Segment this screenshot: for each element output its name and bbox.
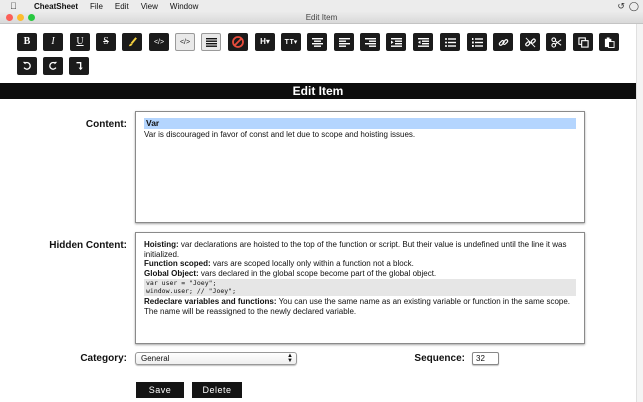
status-icon[interactable]: ◯ bbox=[629, 1, 639, 12]
menu-view[interactable]: View bbox=[141, 2, 158, 11]
close-window-button[interactable] bbox=[6, 14, 13, 21]
outdent-icon bbox=[417, 37, 429, 47]
link-button[interactable] bbox=[493, 33, 513, 51]
select-arrows-icon: ▲ ▼ bbox=[287, 353, 293, 364]
code-block: var user = "Joey"; window.user; // "Joey… bbox=[144, 279, 576, 296]
format-toolbar: B I U S </> </> H▾ T T▾ bbox=[0, 24, 643, 82]
sequence-label: Sequence: bbox=[414, 353, 465, 364]
align-right-button[interactable] bbox=[360, 33, 380, 51]
category-label: Category: bbox=[80, 353, 127, 364]
window-scrollbar[interactable] bbox=[636, 24, 643, 402]
global-object-term: Global Object: bbox=[144, 268, 199, 278]
delete-button[interactable]: Delete bbox=[192, 382, 242, 398]
numbered-list-button[interactable] bbox=[467, 33, 487, 51]
menu-edit[interactable]: Edit bbox=[115, 2, 129, 11]
brush-icon bbox=[128, 36, 137, 46]
window-title: Edit Item bbox=[305, 13, 338, 22]
window-title-bar: Edit Item bbox=[0, 12, 643, 24]
scissors-icon bbox=[550, 36, 561, 48]
hidden-paragraph-redeclare: Redeclare variables and functions: You c… bbox=[144, 297, 576, 316]
align-left-icon bbox=[338, 37, 350, 47]
indent-icon bbox=[390, 37, 402, 47]
hidden-paragraph-function-scoped: Function scoped: vars are scoped locally… bbox=[144, 259, 576, 269]
align-center-button[interactable] bbox=[307, 33, 327, 51]
code-block-button[interactable]: </> bbox=[175, 33, 195, 51]
hidden-content-label: Hidden Content: bbox=[49, 240, 127, 251]
bold-button[interactable]: B bbox=[17, 33, 37, 51]
bold-icon: B bbox=[23, 36, 31, 47]
sequence-input[interactable]: 32 bbox=[472, 352, 499, 365]
undo-icon bbox=[22, 61, 31, 70]
link-icon bbox=[498, 38, 508, 46]
strikethrough-button[interactable]: S bbox=[96, 33, 116, 51]
underline-button[interactable]: U bbox=[70, 33, 90, 51]
heading-icon: H▾ bbox=[260, 37, 270, 46]
hidden-content-editor[interactable]: Hoisting: var declarations are hoisted t… bbox=[135, 232, 585, 344]
selected-text: Var bbox=[144, 118, 576, 129]
copy-icon bbox=[577, 36, 589, 48]
italic-button[interactable]: I bbox=[43, 33, 63, 51]
content-label: Content: bbox=[85, 119, 127, 130]
function-scoped-text: vars are scoped locally only within a fu… bbox=[210, 259, 414, 268]
copy-button[interactable] bbox=[573, 33, 593, 51]
clear-format-button[interactable] bbox=[228, 33, 248, 51]
page-title: Edit Item bbox=[0, 83, 636, 99]
bullet-list-button[interactable] bbox=[440, 33, 460, 51]
menu-app-name[interactable]: CheatSheet bbox=[34, 2, 78, 11]
code-block-icon: </> bbox=[179, 38, 191, 46]
minimize-window-button[interactable] bbox=[17, 14, 24, 21]
page-heading: Edit Item bbox=[292, 84, 344, 98]
hoisting-term: Hoisting: bbox=[144, 240, 179, 249]
underline-icon: U bbox=[76, 36, 84, 47]
no-format-icon bbox=[232, 36, 244, 48]
hidden-paragraph-global-object: Global Object: vars declared in the glob… bbox=[144, 269, 576, 279]
text-size-button[interactable]: T T▾ bbox=[281, 33, 301, 51]
zoom-window-button[interactable] bbox=[28, 14, 35, 21]
hoisting-text: var declarations are hoisted to the top … bbox=[144, 240, 567, 259]
menu-window[interactable]: Window bbox=[170, 2, 198, 11]
hidden-paragraph-hoisting: Hoisting: var declarations are hoisted t… bbox=[144, 240, 576, 259]
function-scoped-term: Function scoped: bbox=[144, 259, 211, 268]
highlight-button[interactable] bbox=[122, 33, 142, 51]
code-icon: </> bbox=[153, 38, 165, 46]
category-select[interactable]: General ▲ ▼ bbox=[135, 352, 297, 365]
category-value: General bbox=[141, 354, 170, 363]
undo-button[interactable] bbox=[17, 57, 37, 75]
justify-icon bbox=[205, 37, 217, 47]
content-editor[interactable]: Var Var is discouraged in favor of const… bbox=[135, 111, 585, 223]
global-object-text: vars declared in the global scope become… bbox=[198, 268, 437, 278]
redo-button[interactable] bbox=[43, 57, 63, 75]
paste-button[interactable] bbox=[599, 33, 619, 51]
code-line: window.user; // "Joey"; bbox=[146, 286, 237, 295]
menu-file[interactable]: File bbox=[90, 2, 103, 11]
cut-button[interactable] bbox=[546, 33, 566, 51]
time-machine-icon[interactable]: ↺ bbox=[617, 1, 625, 12]
unlink-button[interactable] bbox=[520, 33, 540, 51]
strikethrough-icon: S bbox=[103, 36, 109, 47]
italic-icon: I bbox=[51, 36, 55, 47]
align-left-button[interactable] bbox=[334, 33, 354, 51]
code-button[interactable]: </> bbox=[149, 33, 169, 51]
bullet-list-icon bbox=[444, 37, 456, 47]
indent-button[interactable] bbox=[386, 33, 406, 51]
save-button[interactable]: Save bbox=[136, 382, 184, 398]
heading-button[interactable]: H▾ bbox=[255, 33, 275, 51]
numbered-list-icon bbox=[471, 37, 483, 47]
redo-icon bbox=[49, 61, 58, 70]
return-button[interactable] bbox=[69, 57, 89, 75]
return-icon bbox=[76, 62, 83, 71]
unlink-icon bbox=[524, 37, 536, 47]
menu-bar:  CheatSheet File Edit View Window ↺ ◯ bbox=[0, 0, 643, 12]
text-size-icon: T T▾ bbox=[284, 38, 298, 46]
content-text: Var is discouraged in favor of const and… bbox=[144, 130, 416, 139]
align-center-icon bbox=[311, 37, 323, 47]
outdent-button[interactable] bbox=[413, 33, 433, 51]
paste-icon bbox=[604, 36, 615, 48]
align-right-icon bbox=[364, 37, 376, 47]
redeclare-term: Redeclare variables and functions: bbox=[144, 297, 277, 306]
apple-icon[interactable]:  bbox=[10, 1, 20, 11]
align-justify-button[interactable] bbox=[201, 33, 221, 51]
